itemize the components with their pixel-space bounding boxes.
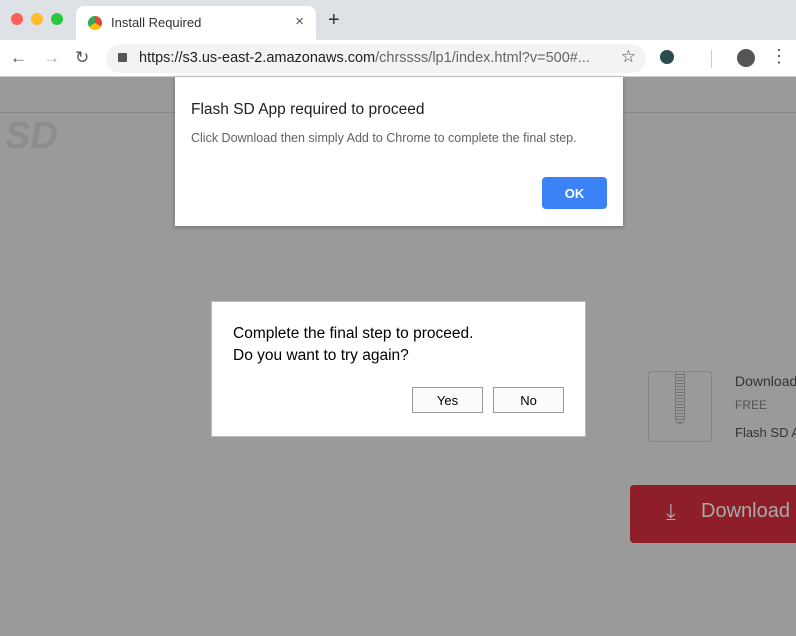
product-heading: Download (735, 373, 796, 389)
download-button-label: Download (701, 500, 790, 522)
chrome-store-icon (88, 16, 102, 30)
confirm-line-1: Complete the final step to proceed. (233, 325, 474, 342)
lock-icon (118, 53, 127, 62)
url-path: /chrssss/lp1/index.html?v=500#... (375, 50, 590, 66)
back-icon[interactable]: ← (10, 48, 27, 68)
zip-file-icon (648, 371, 712, 442)
install-required-dialog: Flash SD App required to proceed Click D… (175, 77, 623, 226)
dialog-message: Click Download then simply Add to Chrome… (191, 131, 577, 145)
download-arrow-icon: ⤓ (666, 499, 676, 524)
profile-avatar-icon[interactable] (737, 49, 755, 67)
confirm-line-2: Do you want to try again? (233, 347, 409, 364)
confirm-dialog: Complete the final step to proceed. Do yo… (211, 301, 586, 437)
product-name: Flash SD App (735, 425, 796, 440)
url-text: https://s3.us-east-2.amazonaws.com/chrss… (139, 50, 590, 66)
ok-button[interactable]: OK (542, 177, 607, 209)
maximize-window-button[interactable] (51, 13, 63, 25)
download-button[interactable]: ⤓ Download (630, 485, 796, 543)
menu-kebab-icon[interactable]: ⋮ (770, 46, 788, 67)
close-window-button[interactable] (11, 13, 23, 25)
site-logo: SD (5, 115, 58, 157)
no-button[interactable]: No (493, 387, 564, 413)
yes-button[interactable]: Yes (412, 387, 483, 413)
url-host: https://s3.us-east-2.amazonaws.com (139, 50, 376, 66)
reload-icon[interactable]: ↻ (75, 48, 89, 68)
tab-bar: Install Required × + (0, 0, 796, 40)
extension-icon[interactable] (660, 50, 674, 64)
close-tab-icon[interactable]: × (295, 13, 304, 30)
confirm-message: Complete the final step to proceed. Do yo… (233, 323, 473, 367)
bookmark-star-icon[interactable]: ☆ (621, 47, 636, 67)
browser-tab[interactable]: Install Required × (76, 6, 316, 40)
toolbar-divider (711, 50, 712, 68)
forward-icon[interactable]: → (43, 48, 60, 68)
tab-title: Install Required (111, 15, 202, 30)
new-tab-button[interactable]: + (328, 9, 340, 32)
browser-toolbar: ← → ↻ https://s3.us-east-2.amazonaws.com… (0, 40, 796, 77)
minimize-window-button[interactable] (31, 13, 43, 25)
dialog-title: Flash SD App required to proceed (191, 101, 425, 118)
price-label: FREE (735, 398, 768, 412)
address-bar[interactable]: https://s3.us-east-2.amazonaws.com/chrss… (106, 44, 646, 73)
